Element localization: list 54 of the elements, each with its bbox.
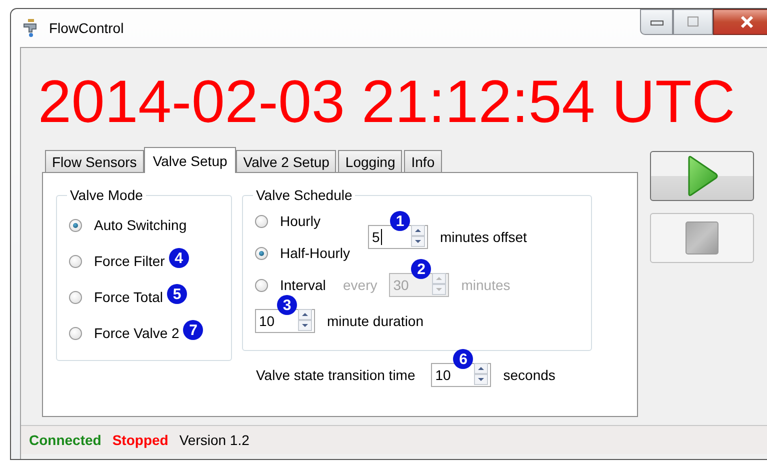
number-badge: 7 [183,320,204,340]
up-down-arrows-icon[interactable] [411,224,425,246]
stop-icon [685,221,719,255]
maximize-icon [686,16,700,28]
start-button[interactable] [650,151,754,201]
unit-label: seconds [503,367,556,383]
group-title: Valve Mode [69,187,144,203]
number-spinner[interactable]: 5 [368,225,428,249]
status-text: Stopped [112,432,168,448]
minimize-icon [650,18,664,26]
tab[interactable]: Flow Sensors [45,150,144,172]
radio-label: Force Filter [94,253,165,269]
play-icon [686,155,718,197]
number-spinner[interactable]: 10 [255,309,315,333]
group-title: Valve Schedule [255,187,354,203]
number-badge: 6 [453,349,474,369]
number-spinner[interactable]: 10 [431,363,492,387]
close-icon [738,15,754,29]
radio-button[interactable] [69,254,82,268]
tab[interactable]: Valve Setup [144,147,236,173]
minimize-button[interactable] [640,9,673,35]
radio-label: Half-Hourly [280,245,350,261]
radio-label: Force Total [94,289,163,305]
number-badge: 4 [168,248,189,268]
unit-label: minutes [461,277,510,293]
clock-display: 2014-02-03 21:12:54 UTC [37,67,736,137]
radio-label: Auto Switching [94,217,187,233]
window-title: FlowControl [49,20,124,36]
up-down-arrows-icon[interactable] [298,308,312,330]
radio-button[interactable] [255,278,268,292]
unit-label: minute duration [327,313,424,329]
tab[interactable]: Info [404,150,442,172]
radio-label: Interval [280,277,326,293]
tab[interactable]: Valve 2 Setup [236,150,336,172]
radio-button[interactable] [69,218,82,232]
number-badge: 3 [277,295,297,315]
up-down-arrows-icon[interactable] [474,362,488,384]
maximize-button[interactable] [673,9,713,35]
number-badge: 2 [411,259,432,279]
radio-button[interactable] [69,326,82,340]
status-text: Connected [29,432,102,448]
radio-label: Hourly [280,213,320,229]
number-badge: 5 [167,284,187,304]
status-text: Version 1.2 [179,432,250,448]
field-label: Valve state transition time [256,367,416,383]
radio-label: Force Valve 2 [94,325,180,341]
every-label: every [343,277,378,293]
radio-button[interactable] [69,290,82,304]
radio-button[interactable] [255,214,268,228]
radio-button[interactable] [255,246,268,260]
tab[interactable]: Logging [338,150,402,172]
close-button[interactable] [713,9,767,35]
number-badge: 1 [390,211,410,231]
unit-label: minutes offset [440,229,527,245]
